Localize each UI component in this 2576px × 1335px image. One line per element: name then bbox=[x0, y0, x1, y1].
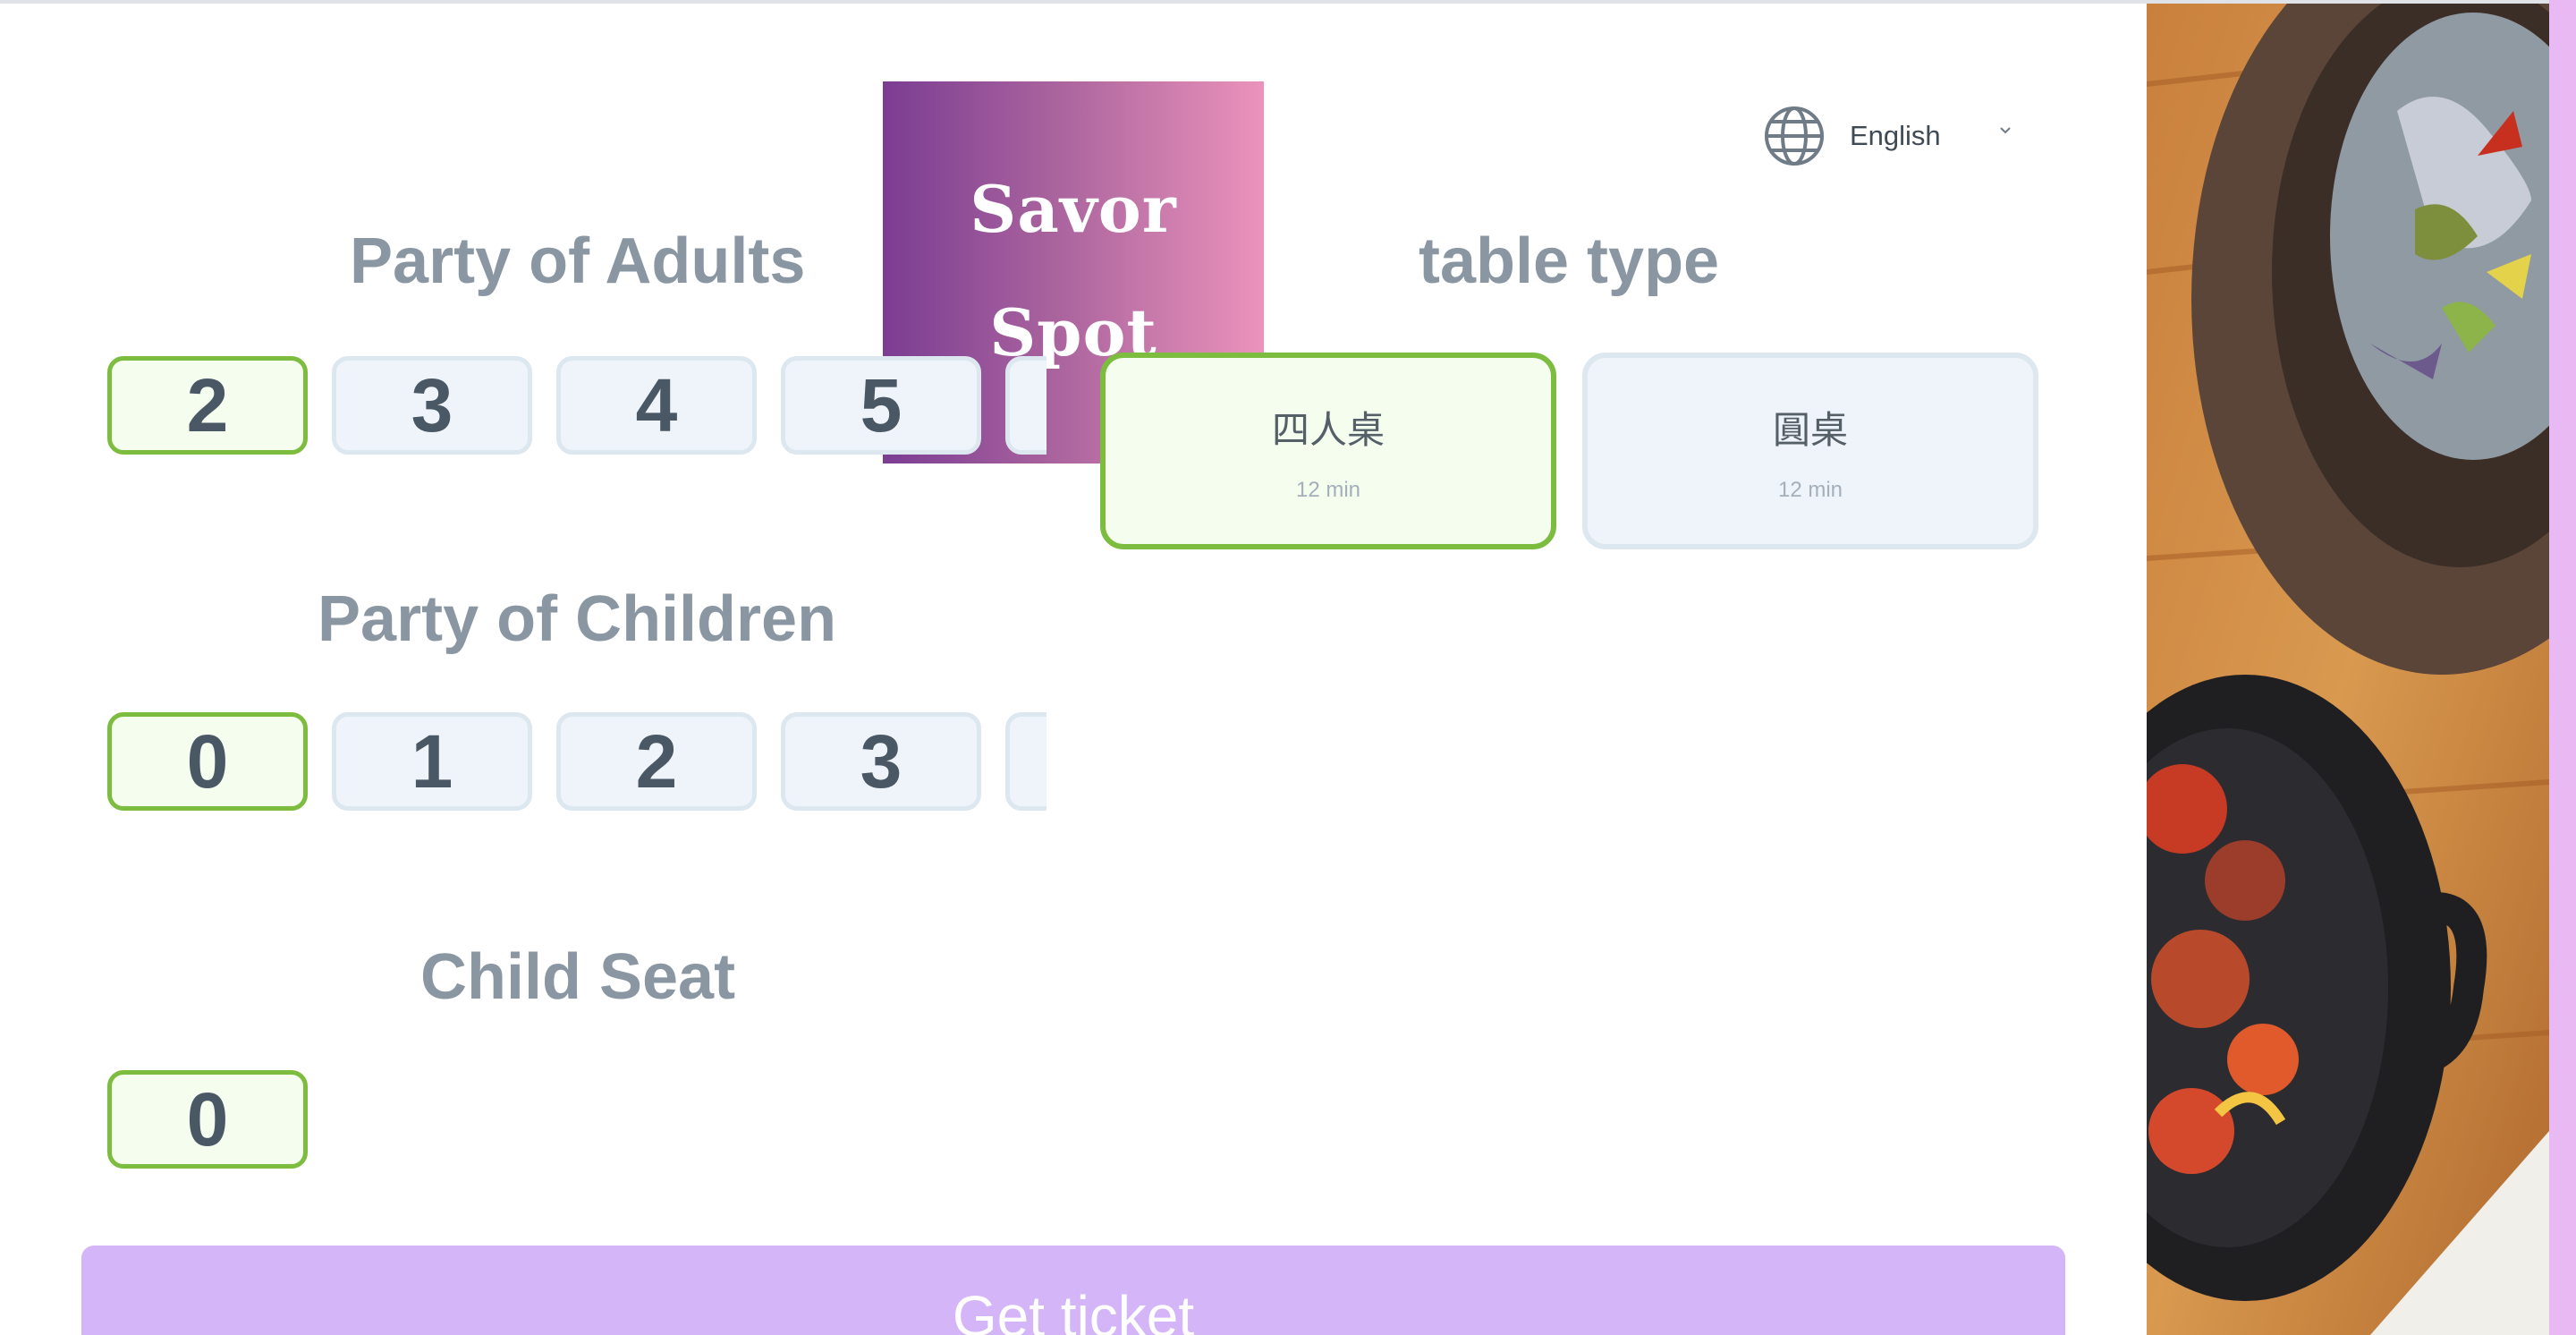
table-type-wait: 12 min bbox=[1295, 477, 1361, 502]
logo-text-line1: Savor bbox=[970, 171, 1177, 247]
language-label: English bbox=[1850, 120, 1941, 151]
child-seat-title: Child Seat bbox=[420, 941, 736, 1013]
children-title: Party of Children bbox=[318, 583, 837, 655]
table-type-card-four[interactable]: 四人桌 12 min bbox=[1100, 353, 1556, 549]
children-option-0[interactable]: 0 bbox=[107, 712, 308, 811]
adults-options: 2 3 4 5 bbox=[107, 353, 1046, 460]
adults-option-3[interactable]: 3 bbox=[332, 356, 532, 455]
get-ticket-button[interactable]: Get ticket bbox=[81, 1246, 2065, 1335]
child-seat-option-0[interactable]: 0 bbox=[107, 1070, 308, 1169]
right-edge-bar bbox=[2549, 0, 2576, 1335]
children-options: 0 1 2 3 bbox=[107, 709, 1046, 816]
chevron-down-icon bbox=[2000, 127, 2011, 134]
table-type-title: table type bbox=[1419, 225, 1720, 297]
language-selector[interactable]: English bbox=[1764, 104, 2023, 168]
globe-icon bbox=[1765, 106, 1824, 166]
table-type-name: 圓桌 bbox=[1772, 407, 1848, 452]
adults-option-5[interactable]: 5 bbox=[781, 356, 981, 455]
children-option-3[interactable]: 3 bbox=[781, 712, 981, 811]
child-seat-options: 0 bbox=[107, 1067, 322, 1174]
table-type-name: 四人桌 bbox=[1271, 407, 1385, 452]
table-type-card-round[interactable]: 圓桌 12 min bbox=[1582, 353, 2038, 549]
children-option-1[interactable]: 1 bbox=[332, 712, 532, 811]
booking-panel: Savor Spot English Party of Adults 2 3 4… bbox=[0, 4, 2147, 1335]
adults-option-2[interactable]: 2 bbox=[107, 356, 308, 455]
children-option-more[interactable] bbox=[1005, 712, 1046, 811]
adults-title: Party of Adults bbox=[350, 225, 806, 297]
adults-option-4[interactable]: 4 bbox=[556, 356, 757, 455]
table-type-wait: 12 min bbox=[1777, 477, 1843, 502]
children-option-2[interactable]: 2 bbox=[556, 712, 757, 811]
food-photo bbox=[2147, 4, 2549, 1335]
adults-option-more[interactable] bbox=[1005, 356, 1046, 455]
